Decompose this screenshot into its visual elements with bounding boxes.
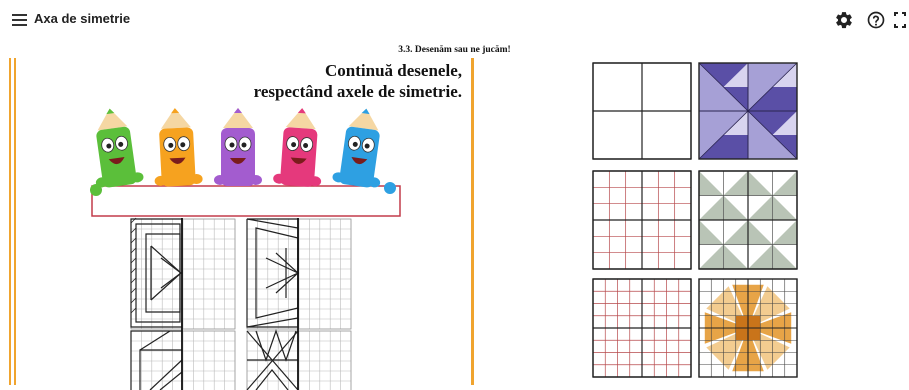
pencils-illustration [90,108,401,217]
pencil-hand [90,184,102,196]
top-bar: Axa de simetrie [0,0,909,40]
pencil-body [221,128,255,186]
fullscreen-button[interactable] [893,10,907,30]
drawn-line [139,349,182,390]
pencil-hand [384,182,396,194]
pattern-tile-empty-2[interactable] [592,170,692,270]
drawn-line [135,223,181,323]
menu-icon[interactable] [12,12,28,28]
pencil-lead [297,108,306,114]
drawn-line [130,218,183,328]
pencil-blue [332,108,381,188]
page-header: 3.3. Desenăm sau ne jucăm! [398,45,511,55]
pattern-tile-sage[interactable] [698,170,798,270]
middle-accent-bar [471,58,474,385]
fullscreen-icon [894,12,906,28]
pattern-tile-empty-3[interactable] [592,278,692,378]
drawn-line [139,330,171,351]
pencil-hand [250,175,262,185]
pencil-pink [273,108,322,187]
left-accent-bar-inner [14,58,16,385]
worksheet-grid-2[interactable] [246,218,352,330]
gear-icon [836,12,852,29]
pencil-pupil [229,142,235,148]
app-title: Axa de simetrie [34,11,131,26]
pencil-green [95,108,144,188]
worksheet-grid-1[interactable] [130,217,236,330]
worksheet-grid-3[interactable] [130,330,236,390]
pattern-tile-star[interactable] [698,278,798,378]
left-accent-bar [9,58,11,385]
pencil-hand [214,175,226,185]
instruction-line-1: Continuă desenele, [325,61,462,80]
drawn-line [150,245,182,301]
pencil-pupil [241,142,247,148]
worksheet-grid-4[interactable] [246,329,352,390]
instruction-line-2: respectând axele de simetrie. [253,82,462,101]
settings-button[interactable] [834,10,854,30]
drawn-line [160,257,182,289]
help-circle-icon [867,11,885,29]
pencil-purple [214,108,262,186]
pattern-tile-empty-1[interactable] [592,62,692,160]
drawn-line [255,227,299,319]
help-button[interactable] [866,10,886,30]
pencil-lead [171,108,180,114]
drawn-line [246,218,299,328]
pencil-orange [154,108,203,187]
pencil-lead [234,108,242,113]
drawn-line [246,218,299,328]
board [91,185,401,217]
pattern-tile-purple[interactable] [698,62,798,160]
